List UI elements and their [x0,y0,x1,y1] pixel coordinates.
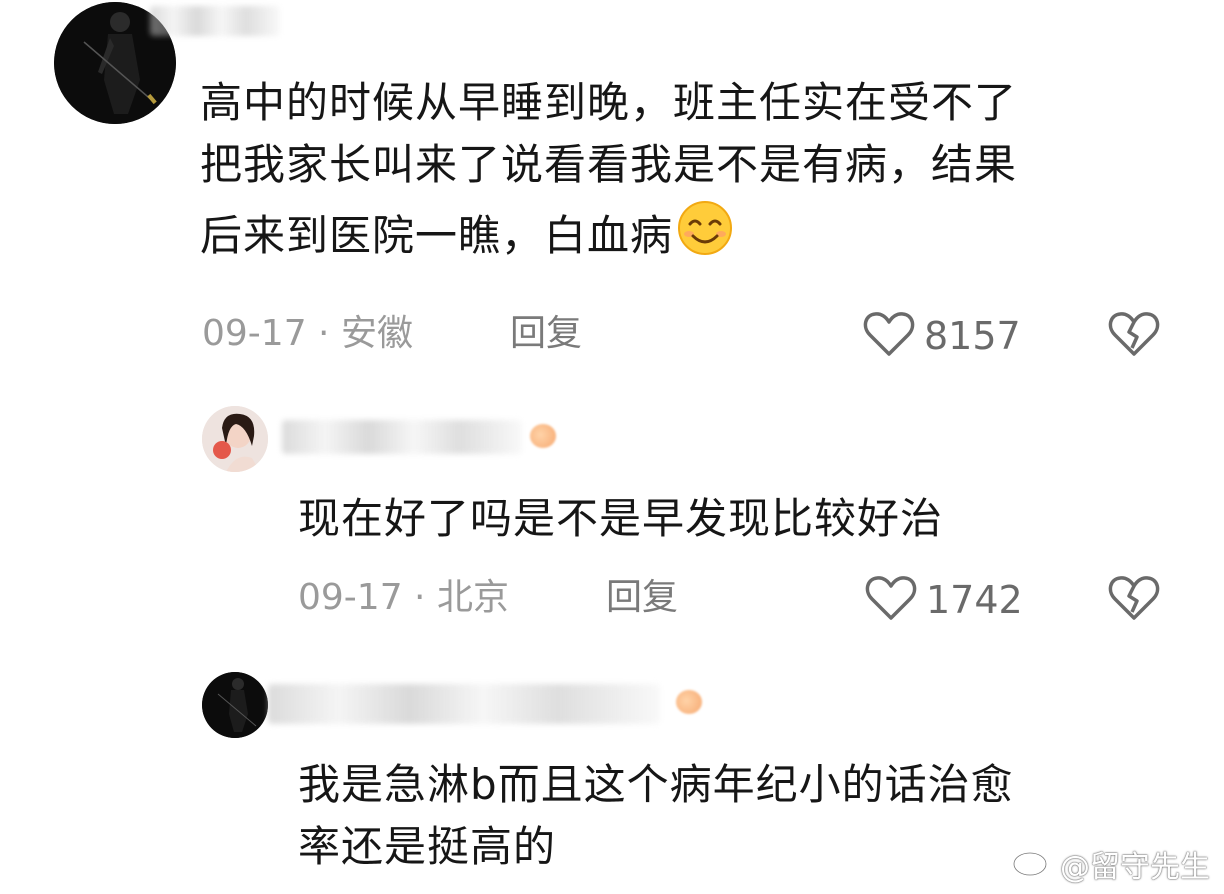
avatar-portrait-icon [202,406,268,472]
comment-text-line: 率还是挺高的 [298,822,557,871]
badge-icon [676,690,702,714]
like-count: 8157 [924,314,1021,358]
like-count: 1742 [926,578,1023,622]
heart-outline-icon [864,574,918,626]
blurred-username [282,420,522,454]
comment-meta: 09-17 · 北京 [298,576,509,620]
reply-button[interactable]: 回复 [606,576,678,620]
badge-icon [530,424,556,448]
avatar-figure-icon [202,672,268,738]
comment-text-segment: 后来到医院一瞧，白血病 [200,211,674,260]
blurred-username [268,684,660,724]
watermark: @留守先生 [1012,842,1210,886]
comment-text-line: 高中的时候从早睡到晚，班主任实在受不了 [200,78,1018,127]
comment-location: 北京 [436,577,509,618]
comment-date: 09-17 [298,577,403,618]
comment-text: 高中的时候从早睡到晚，班主任实在受不了 把我家长叫来了说看看我是不是有病，结果 … [200,76,1017,269]
comment-date: 09-17 [202,313,307,354]
meta-separator: · [306,313,341,354]
avatar[interactable] [202,406,268,472]
comment-text-line: 现在好了吗是不是早发现比较好治 [298,494,944,543]
weibo-logo-icon [1012,843,1056,885]
comment-text-line: 后来到医院一瞧，白血病 [200,200,1017,269]
broken-heart-icon[interactable] [1108,310,1160,362]
watermark-text: @留守先生 [1060,850,1210,885]
blurred-username [150,6,280,36]
like-button[interactable]: 1742 [864,574,1023,626]
avatar[interactable] [202,672,268,738]
comment-text-line: 把我家长叫来了说看看我是不是有病，结果 [200,140,1018,189]
reply-button[interactable]: 回复 [510,312,582,356]
like-button[interactable]: 8157 [862,310,1021,362]
comment-text: 我是急淋b而且这个病年纪小的话治愈 率还是挺高的 [298,758,1014,874]
meta-separator: · [402,577,437,618]
comment-text: 现在好了吗是不是早发现比较好治 [298,492,943,546]
comment-meta: 09-17 · 安徽 [202,312,413,356]
smiling-face-emoji-icon [673,200,737,269]
comment-text-line: 我是急淋b而且这个病年纪小的话治愈 [298,760,1014,809]
comment-location: 安徽 [340,313,413,354]
broken-heart-icon[interactable] [1108,574,1160,626]
heart-outline-icon [862,310,916,362]
